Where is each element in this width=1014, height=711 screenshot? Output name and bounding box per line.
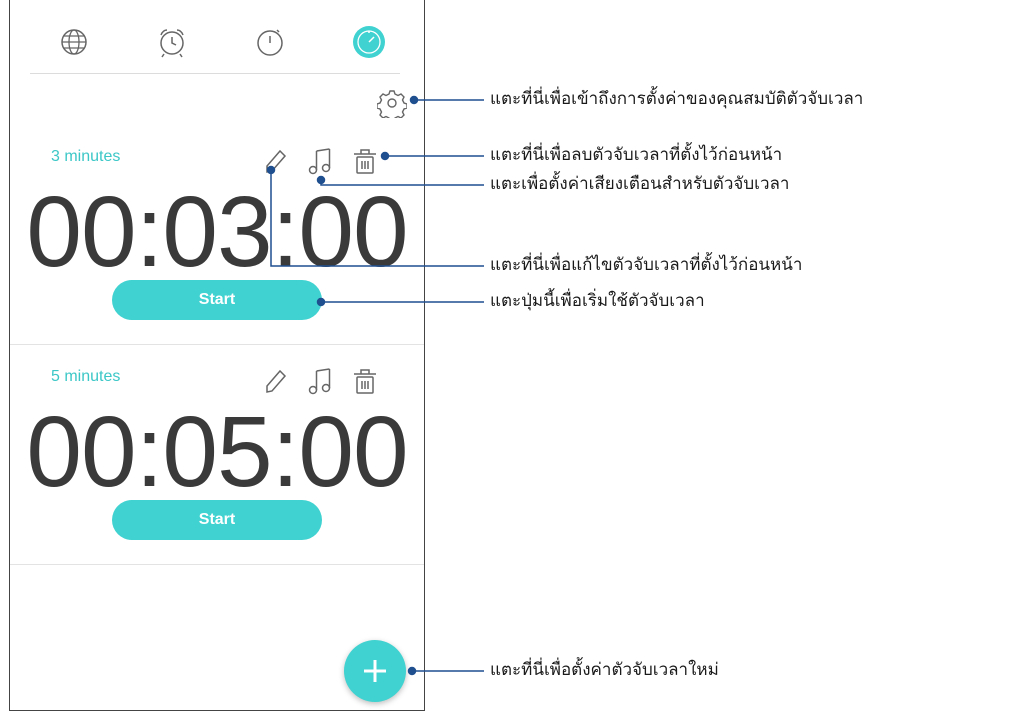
edit-button[interactable] xyxy=(263,366,289,396)
callout-edit: แตะที่นี่เพื่อแก้ไขตัวจับเวลาที่ตั้งไว้ก… xyxy=(490,255,803,275)
tab-alarm[interactable] xyxy=(152,22,192,62)
timer-label: 3 minutes xyxy=(51,148,121,165)
timer-display: 00:03:00 xyxy=(26,176,408,288)
callout-add: แตะที่นี่เพื่อตั้งค่าตัวจับเวลาใหม่ xyxy=(490,660,719,680)
timer-screen: 3 minutes 00:03:00 Start 5 minutes 00:05… xyxy=(9,0,425,711)
plus-icon xyxy=(364,660,386,682)
card-divider xyxy=(10,564,424,565)
pencil-icon xyxy=(266,369,287,393)
trash-icon xyxy=(354,369,376,394)
settings-button[interactable] xyxy=(376,88,408,122)
card-divider xyxy=(10,344,424,345)
music-note-icon xyxy=(308,368,331,395)
timer-card: 3 minutes 00:03:00 Start xyxy=(10,130,424,344)
stopwatch-icon xyxy=(257,29,283,56)
music-note-icon xyxy=(308,148,331,175)
callout-sound: แตะเพื่อตั้งค่าเสียงเตือนสำหรับตัวจับเวล… xyxy=(490,174,790,194)
sound-button[interactable] xyxy=(307,146,333,176)
delete-button[interactable] xyxy=(352,366,378,396)
start-button[interactable]: Start xyxy=(112,280,322,320)
timer-icon xyxy=(353,26,385,58)
pencil-icon xyxy=(266,149,287,173)
delete-button[interactable] xyxy=(352,146,378,176)
tab-divider xyxy=(30,73,400,74)
tab-timer[interactable] xyxy=(349,22,389,62)
tab-world-clock[interactable] xyxy=(54,22,94,62)
timer-display: 00:05:00 xyxy=(26,396,408,508)
callout-delete: แตะที่นี่เพื่อลบตัวจับเวลาที่ตั้งไว้ก่อน… xyxy=(490,145,783,165)
callout-start: แตะปุ่มนี้เพื่อเริ่มใช้ตัวจับเวลา xyxy=(490,291,705,311)
sound-button[interactable] xyxy=(307,366,333,396)
tab-bar xyxy=(10,0,424,75)
callout-settings: แตะที่นี่เพื่อเข้าถึงการตั้งค่าของคุณสมบ… xyxy=(490,89,864,109)
trash-icon xyxy=(354,149,376,174)
start-button[interactable]: Start xyxy=(112,500,322,540)
gear-icon xyxy=(376,90,408,122)
timer-card: 5 minutes 00:05:00 Start xyxy=(10,350,424,564)
tab-stopwatch[interactable] xyxy=(250,22,290,62)
alarm-clock-icon xyxy=(160,29,184,58)
globe-icon xyxy=(61,29,87,55)
add-timer-button[interactable] xyxy=(344,640,406,702)
timer-label: 5 minutes xyxy=(51,368,121,385)
edit-button[interactable] xyxy=(263,146,289,176)
